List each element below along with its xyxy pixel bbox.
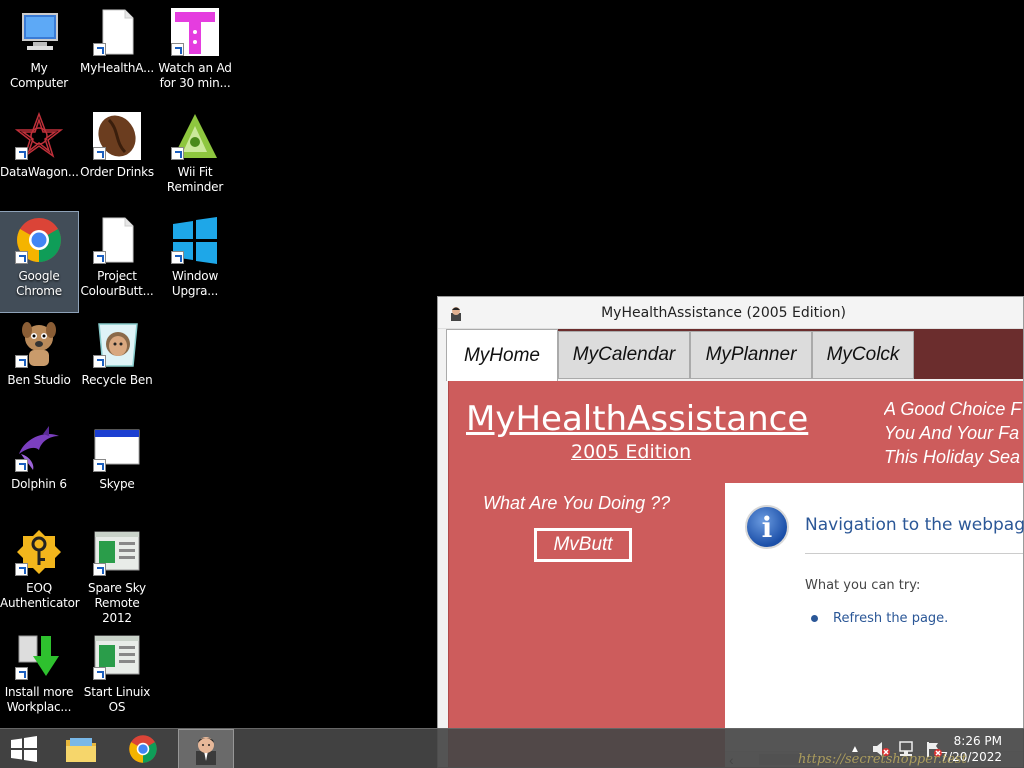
desktop-icon-spare-sky-remote[interactable]: Spare Sky Remote 2012 [78, 524, 156, 625]
desktop-icon-label: Ben Studio [7, 373, 71, 387]
clock-time: 8:26 PM [953, 734, 1002, 748]
desktop-icon-label: Spare Sky Remote 2012 [88, 581, 146, 625]
shortcut-arrow-icon [171, 43, 184, 56]
desktop-icon-label: Install more Workplac... [4, 685, 74, 714]
watermark-text: https://secretshopper.test [798, 752, 967, 767]
start-button[interactable] [0, 729, 48, 768]
desktop-icon-label: Order Drinks [80, 165, 154, 179]
document-icon [93, 8, 141, 56]
taskbar-myhealthassistance[interactable] [178, 729, 234, 768]
refresh-page-link[interactable]: Refresh the page. [833, 611, 948, 626]
info-icon: i [745, 505, 789, 549]
green-triangle-icon [171, 112, 219, 160]
window-titlebar[interactable]: MyHealthAssistance (2005 Edition) [438, 297, 1023, 329]
dolphin-icon [15, 424, 63, 472]
desktop-icon-label: Recycle Ben [81, 373, 153, 387]
desktop-icon-datawagon[interactable]: DataWagon... [0, 108, 79, 208]
desktop-icon-myhealtha[interactable]: MyHealthA... [78, 4, 156, 104]
desktop-icon-project-colourbutt[interactable]: Project ColourButt... [78, 212, 156, 312]
desktop-icon-start-linuix-os[interactable]: Start Linuix OS [78, 628, 156, 728]
recycle-bin-face-icon [93, 320, 141, 368]
shortcut-arrow-icon [15, 355, 28, 368]
shortcut-arrow-icon [171, 251, 184, 264]
tab-mycalendar[interactable]: MyCalendar [558, 331, 690, 379]
shortcut-arrow-icon [171, 147, 184, 160]
desktop-icon-label: MyHealthA... [80, 61, 154, 75]
desktop-icon-recycle-ben[interactable]: Recycle Ben [78, 316, 156, 416]
desktop-icon-skype[interactable]: Skype [78, 420, 156, 520]
shortcut-arrow-icon [15, 251, 28, 264]
key-badge-icon [15, 528, 63, 576]
desktop-icon-install-more[interactable]: Install more Workplac... [0, 628, 78, 728]
desktop-icon-label: Dolphin 6 [11, 477, 67, 491]
shortcut-arrow-icon [93, 43, 106, 56]
shortcut-arrow-icon [15, 563, 28, 576]
try-label: What you can try: [805, 578, 921, 593]
desktop-icon-google-chrome[interactable]: Google Chrome [0, 211, 79, 313]
windows-start-icon [11, 736, 37, 762]
desktop-icon-label: My Computer [9, 61, 69, 90]
divider [805, 553, 1023, 554]
desktop-icon-my-computer[interactable]: My Computer [0, 4, 78, 104]
desktop-icon-watch-an-ad[interactable]: Watch an Ad for 30 min... [156, 4, 234, 104]
desktop-icon-eoq-authenticator[interactable]: EOQ Authenticator [0, 524, 80, 624]
shortcut-arrow-icon [15, 459, 28, 472]
windows-logo-icon [171, 216, 219, 264]
remote-desktop-icon [93, 632, 141, 680]
shortcut-arrow-icon [93, 147, 106, 160]
embedded-browser: i Navigation to the webpage What you can… [725, 483, 1024, 768]
navigation-error-message: Navigation to the webpage [805, 515, 1024, 535]
brand-edition: 2005 Edition [571, 441, 692, 463]
red-star-icon [14, 111, 64, 160]
app-avatar-icon [448, 305, 464, 321]
shortcut-arrow-icon [15, 147, 28, 160]
tagline: A Good Choice F You And Your Fa This Hol… [884, 399, 1022, 467]
desktop-icon-order-drinks[interactable]: Order Drinks [78, 108, 156, 208]
home-panel: MyHealthAssistance 2005 Edition A Good C… [448, 381, 1024, 768]
desktop-icon-label: Window Upgra... [171, 269, 219, 298]
desktop-icon-label: Google Chrome [16, 269, 62, 298]
mvbutt-button[interactable]: MvButt [534, 528, 632, 562]
tab-myhome[interactable]: MyHome [446, 329, 558, 381]
app-window: MyHealthAssistance (2005 Edition) MyHome… [437, 296, 1024, 768]
chrome-icon [15, 216, 63, 264]
taskbar-chrome[interactable] [116, 729, 170, 768]
tab-myplanner[interactable]: MyPlanner [690, 331, 812, 379]
shortcut-arrow-icon [93, 251, 106, 264]
taskbar-file-explorer[interactable] [54, 729, 108, 768]
shortcut-arrow-icon [93, 563, 106, 576]
desktop-icon-ben-studio[interactable]: Ben Studio [0, 316, 78, 416]
desktop-icon-dolphin-6[interactable]: Dolphin 6 [0, 420, 78, 520]
tab-mycolck[interactable]: MyColck [812, 331, 914, 379]
folder-icon [66, 738, 96, 762]
pink-t-icon [171, 8, 219, 56]
window-icon [93, 424, 141, 472]
bullet-icon [811, 615, 818, 622]
brand-title: MyHealthAssistance [466, 399, 809, 439]
shortcut-arrow-icon [93, 355, 106, 368]
desktop-icon-label: Start Linuix OS [83, 685, 151, 714]
desktop-icon-label: Wii Fit Reminder [166, 165, 224, 194]
question-label: What Are You Doing ?? [483, 493, 671, 513]
desktop-icon-wii-fit-reminder[interactable]: Wii Fit Reminder [156, 108, 234, 208]
dog-icon [15, 320, 63, 368]
coffee-bean-icon [93, 112, 141, 160]
app-avatar-icon [196, 737, 216, 765]
window-title: MyHealthAssistance (2005 Edition) [601, 304, 846, 321]
shortcut-arrow-icon [15, 667, 28, 680]
shortcut-arrow-icon [93, 459, 106, 472]
chrome-icon [129, 735, 157, 763]
desktop-icon-label: Skype [99, 477, 135, 491]
download-arrow-icon [15, 632, 63, 680]
desktop-icon-label: Watch an Ad for 30 min... [158, 61, 232, 90]
remote-desktop-icon [93, 528, 141, 576]
tab-strip: MyHome MyCalendar MyPlanner MyColck [446, 329, 1023, 381]
my-computer-icon [15, 8, 63, 56]
desktop-icon-label: EOQ Authenticator [0, 581, 80, 610]
shortcut-arrow-icon [93, 667, 106, 680]
desktop-icon-label: Project ColourButt... [80, 269, 154, 298]
document-icon [93, 216, 141, 264]
desktop-icon-label: DataWagon... [0, 165, 79, 179]
desktop-icon-window-upgrade[interactable]: Window Upgra... [156, 212, 234, 312]
